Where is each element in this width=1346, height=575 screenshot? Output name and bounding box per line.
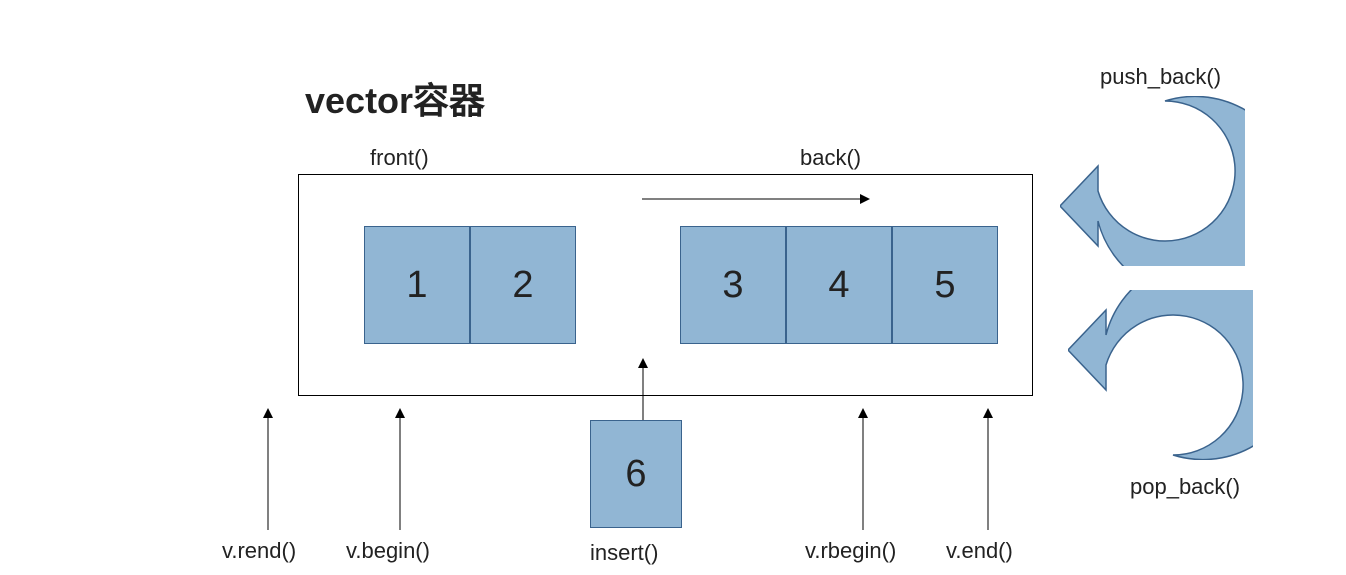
vector-cell-2: 2	[470, 226, 576, 344]
insert-arrow-icon	[635, 358, 651, 420]
insert-cell-6: 6	[590, 420, 682, 528]
rbegin-arrow-icon	[855, 408, 871, 530]
begin-arrow-icon	[392, 408, 408, 530]
direction-arrow-icon	[642, 189, 872, 209]
diagram-title: vector容器	[305, 72, 485, 124]
vector-cell-4: 4	[786, 226, 892, 344]
end-label: v.end()	[946, 538, 1013, 564]
pop-back-arrow-icon	[1068, 290, 1253, 460]
pop-back-label: pop_back()	[1130, 474, 1240, 500]
begin-label: v.begin()	[346, 538, 430, 564]
back-label: back()	[800, 145, 861, 171]
push-back-arrow-icon	[1060, 96, 1245, 266]
end-arrow-icon	[980, 408, 996, 530]
insert-label: insert()	[590, 540, 658, 566]
front-label: front()	[370, 145, 429, 171]
push-back-label: push_back()	[1100, 64, 1221, 90]
vector-cell-5: 5	[892, 226, 998, 344]
vector-cell-1: 1	[364, 226, 470, 344]
vector-cell-3: 3	[680, 226, 786, 344]
rend-label: v.rend()	[222, 538, 296, 564]
rbegin-label: v.rbegin()	[805, 538, 896, 564]
rend-arrow-icon	[260, 408, 276, 530]
